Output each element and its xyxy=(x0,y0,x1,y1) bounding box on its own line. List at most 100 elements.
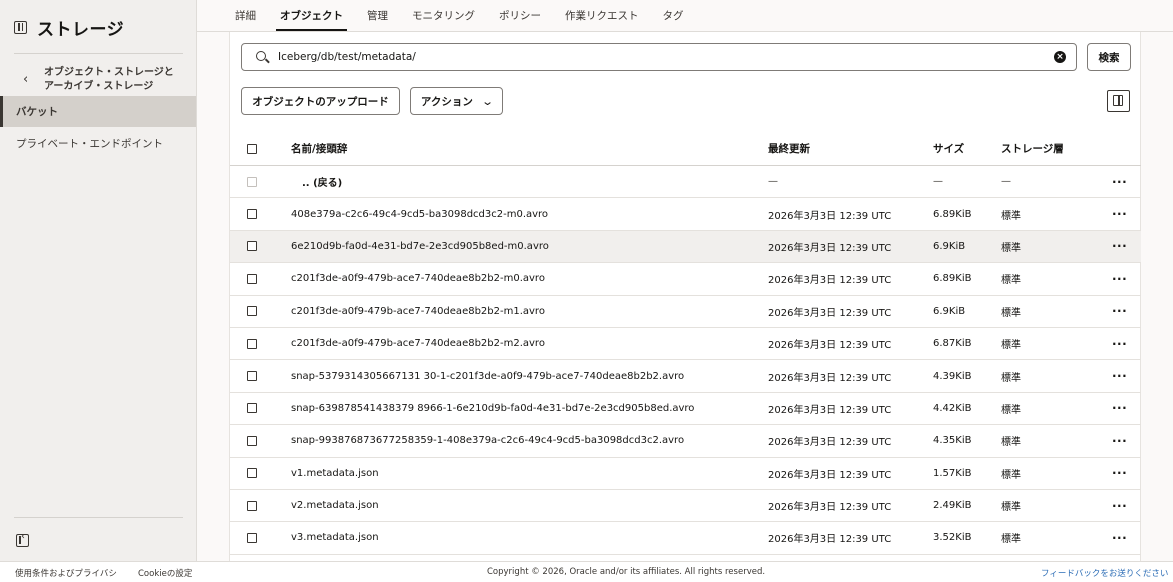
table-row[interactable]: 6e210d9b-fa0d-4e31-bd7e-2e3cd905b8ed-m0.… xyxy=(230,230,1141,264)
cell-size: 6.87KiB xyxy=(933,338,972,350)
cell-modified: 2026年3月3日 12:39 UTC xyxy=(768,210,892,222)
column-header-size[interactable]: サイズ xyxy=(933,132,964,165)
object-name-link[interactable]: v2.metadata.json xyxy=(291,490,379,521)
row-menu-icon[interactable]: ··· xyxy=(1112,393,1127,424)
cell-tier: 標準 xyxy=(1001,404,1021,416)
upload-objects-button[interactable]: オブジェクトのアップロード xyxy=(241,87,400,115)
row-menu-icon[interactable]: ··· xyxy=(1112,425,1127,456)
back-link[interactable]: ‹ オブジェクト・ストレージと アーカイブ・ストレージ xyxy=(14,66,190,96)
object-name-link[interactable]: 6e210d9b-fa0d-4e31-bd7e-2e3cd905b8ed-m0.… xyxy=(291,231,549,262)
cookie-settings-link[interactable]: Cookieの設定 xyxy=(138,567,192,579)
cell-modified: 2026年3月3日 12:39 UTC xyxy=(768,502,892,514)
column-header-name[interactable]: 名前/接頭辞 xyxy=(291,132,347,165)
feedback-link[interactable]: フィードバックをお送りください xyxy=(1041,567,1168,579)
row-checkbox[interactable] xyxy=(247,263,257,294)
cell-tier: 標準 xyxy=(1001,242,1021,254)
actions-button-label: アクション xyxy=(420,95,473,108)
cell-modified: 2026年3月3日 12:39 UTC xyxy=(768,534,892,546)
tab-label: 作業リクエスト xyxy=(565,10,639,22)
object-name-link[interactable]: 408e379a-c2c6-49c4-9cd5-ba3098dcd3c2-m0.… xyxy=(291,198,548,229)
row-checkbox[interactable] xyxy=(247,360,257,391)
cell-modified: 2026年3月3日 12:39 UTC xyxy=(768,404,892,416)
table-row[interactable]: v2.metadata.json 2026年3月3日 12:39 UTC 2.49K… xyxy=(230,490,1141,523)
row-menu-icon[interactable]: ··· xyxy=(1112,198,1127,229)
object-name-link[interactable]: c201f3de-a0f9-479b-ace7-740deae8b2b2-m2.… xyxy=(291,328,545,359)
object-name-link[interactable]: c201f3de-a0f9-479b-ace7-740deae8b2b2-m0.… xyxy=(291,263,545,294)
row-checkbox[interactable] xyxy=(247,490,257,521)
row-checkbox[interactable] xyxy=(247,296,257,327)
tab-details[interactable]: 詳細 xyxy=(223,0,268,31)
table-row[interactable]: v1.metadata.json 2026年3月3日 12:39 UTC 1.57K… xyxy=(230,458,1141,490)
table-row-parent[interactable]: .. (戻る) — — — ··· xyxy=(230,166,1141,199)
cell-tier: 標準 xyxy=(1001,502,1021,514)
table-row[interactable]: c201f3de-a0f9-479b-ace7-740deae8b2b2-m0.… xyxy=(230,263,1141,296)
tab-label: 詳細 xyxy=(235,10,256,22)
cell-tier: 標準 xyxy=(1001,275,1021,287)
cell-modified: 2026年3月3日 12:39 UTC xyxy=(768,437,892,449)
table-row[interactable]: snap-5379314305667131 30-1-c201f3de-a0f9… xyxy=(230,360,1141,393)
row-menu-icon[interactable]: ··· xyxy=(1112,522,1127,553)
row-menu-icon[interactable]: ··· xyxy=(1112,296,1127,327)
actions-button[interactable]: アクション ⌄ xyxy=(410,87,503,115)
row-checkbox[interactable] xyxy=(247,393,257,424)
cell-tier: 標準 xyxy=(1001,534,1021,546)
sidebar-header: ストレージ xyxy=(14,14,124,40)
object-name-link[interactable]: snap-993876873677258359-1-408e379a-c2c6-… xyxy=(291,425,684,456)
cell-tier: 標準 xyxy=(1001,469,1021,481)
row-checkbox[interactable] xyxy=(247,198,257,229)
cell-tier: 標準 xyxy=(1001,437,1021,449)
row-checkbox[interactable] xyxy=(247,425,257,456)
copyright-text: Copyright © 2026, Oracle and/or its affi… xyxy=(487,567,766,577)
select-all-checkbox[interactable] xyxy=(247,132,257,165)
terms-link[interactable]: 使用条件およびプライバシ xyxy=(15,567,117,579)
cell-size: 2.49KiB xyxy=(933,500,972,512)
object-name-link[interactable]: v3.metadata.json xyxy=(291,522,379,553)
cell-tier: 標準 xyxy=(1001,372,1021,384)
tab-management[interactable]: 管理 xyxy=(355,0,400,31)
row-menu-icon[interactable]: ··· xyxy=(1112,231,1127,262)
search-input[interactable] xyxy=(270,51,1054,63)
clear-icon[interactable]: × xyxy=(1054,51,1066,63)
row-checkbox[interactable] xyxy=(247,231,257,262)
tab-work-requests[interactable]: 作業リクエスト xyxy=(553,0,651,31)
tab-policies[interactable]: ポリシー xyxy=(487,0,553,31)
row-menu-icon[interactable]: ··· xyxy=(1112,263,1127,294)
column-settings-icon[interactable] xyxy=(1107,90,1130,112)
tab-monitoring[interactable]: モニタリング xyxy=(400,0,487,31)
sidebar-item-private-endpoints[interactable]: プライベート・エンドポイント xyxy=(0,128,196,159)
collapse-sidebar-icon[interactable] xyxy=(16,531,29,547)
cell-modified: 2026年3月3日 12:39 UTC xyxy=(768,275,892,287)
table-row[interactable]: c201f3de-a0f9-479b-ace7-740deae8b2b2-m2.… xyxy=(230,328,1141,361)
table-row[interactable]: snap-639878541438379 8966-1-6e210d9b-fa0… xyxy=(230,393,1141,426)
search-button[interactable]: 検索 xyxy=(1087,43,1131,71)
tab-objects[interactable]: オブジェクト xyxy=(268,0,355,31)
cell-tier: 標準 xyxy=(1001,340,1021,352)
sidebar-item-buckets[interactable]: バケット xyxy=(0,96,196,127)
table-row[interactable]: 408e379a-c2c6-49c4-9cd5-ba3098dcd3c2-m0.… xyxy=(230,198,1141,231)
row-checkbox[interactable] xyxy=(247,522,257,553)
table-row[interactable]: c201f3de-a0f9-479b-ace7-740deae8b2b2-m1.… xyxy=(230,296,1141,328)
table-row[interactable]: v3.metadata.json 2026年3月3日 12:39 UTC 3.52K… xyxy=(230,522,1141,555)
object-name-link[interactable]: snap-639878541438379 8966-1-6e210d9b-fa0… xyxy=(291,393,694,424)
row-checkbox[interactable] xyxy=(247,328,257,359)
row-menu-icon[interactable]: ··· xyxy=(1112,490,1127,521)
column-header-tier[interactable]: ストレージ層 xyxy=(1001,132,1064,165)
object-name-link[interactable]: c201f3de-a0f9-479b-ace7-740deae8b2b2-m1.… xyxy=(291,296,545,327)
parent-link[interactable]: .. (戻る) xyxy=(302,166,342,197)
row-menu-icon[interactable]: ··· xyxy=(1112,328,1127,359)
table-row[interactable]: snap-993876873677258359-1-408e379a-c2c6-… xyxy=(230,425,1141,458)
row-checkbox[interactable] xyxy=(247,458,257,489)
tab-label: 管理 xyxy=(367,10,388,22)
sidebar: ストレージ ‹ オブジェクト・ストレージと アーカイブ・ストレージ バケット プ… xyxy=(0,0,197,561)
row-checkbox xyxy=(247,166,257,197)
object-name-link[interactable]: snap-5379314305667131 30-1-c201f3de-a0f9… xyxy=(291,360,684,391)
tab-label: タグ xyxy=(662,10,684,22)
cell-size: 4.42KiB xyxy=(933,402,972,414)
row-menu-icon[interactable]: ··· xyxy=(1112,166,1127,197)
object-name-link[interactable]: v1.metadata.json xyxy=(291,458,379,489)
column-header-modified[interactable]: 最終更新 xyxy=(768,132,810,165)
back-link-label: オブジェクト・ストレージと アーカイブ・ストレージ xyxy=(44,66,174,94)
tab-tags[interactable]: タグ xyxy=(651,0,696,31)
row-menu-icon[interactable]: ··· xyxy=(1112,360,1127,391)
row-menu-icon[interactable]: ··· xyxy=(1112,458,1127,489)
